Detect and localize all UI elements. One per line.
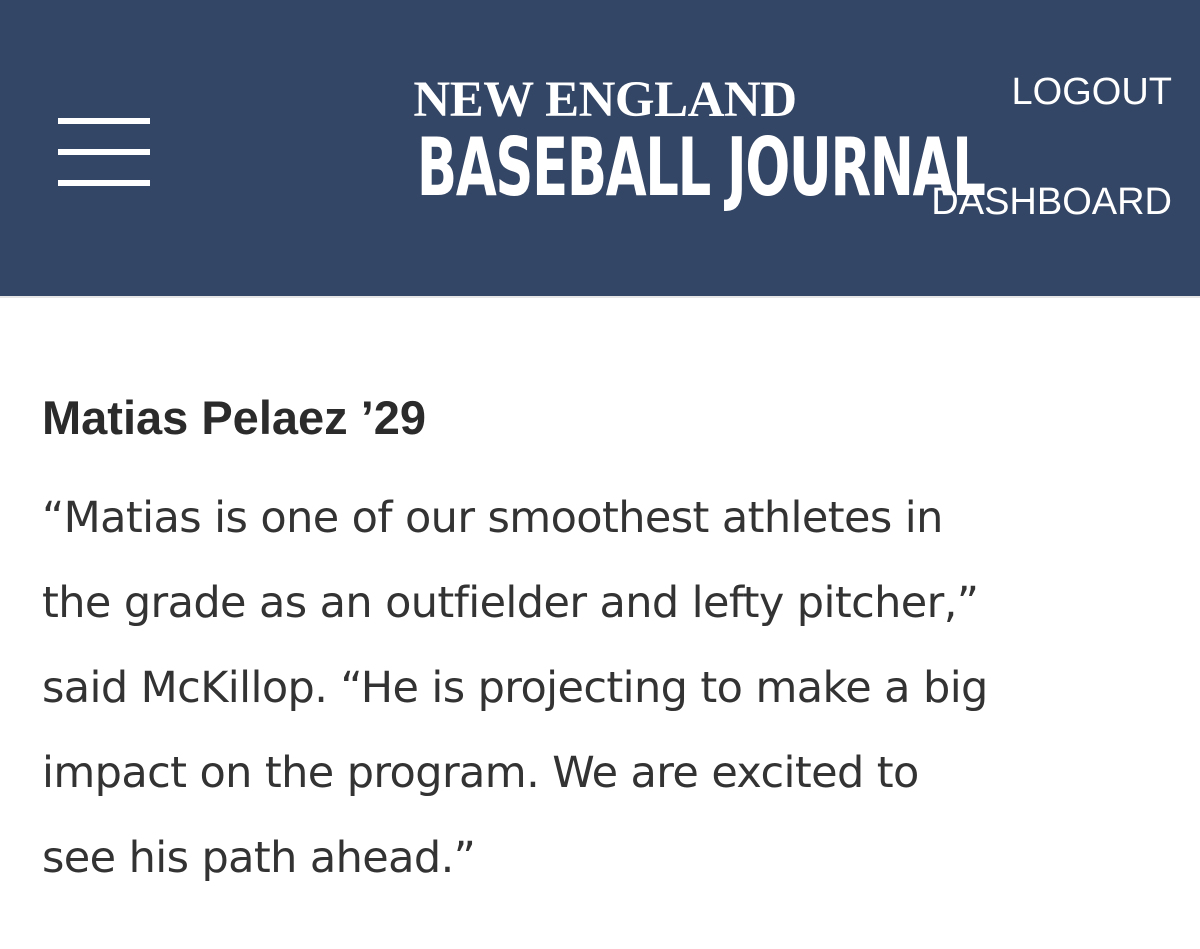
menu-bar	[58, 180, 150, 186]
quote-line: the grade as an outfielder and lefty pit…	[42, 578, 979, 628]
logo-line-baseball-journal: BASEBALL JOURNAL	[416, 121, 986, 214]
quote-line: said McKillop. “He is projecting to make…	[42, 663, 988, 713]
logout-link[interactable]: LOGOUT	[1012, 70, 1172, 114]
dashboard-link[interactable]: DASHBOARD	[931, 180, 1172, 224]
quote-line: impact on the program. We are excited to	[42, 748, 919, 798]
menu-bar	[58, 118, 150, 124]
hamburger-menu-icon[interactable]	[58, 112, 150, 192]
article-section: Matias Pelaez ’29 “Matias is one of our …	[42, 388, 1172, 901]
site-header: NEW ENGLAND BASEBALL JOURNAL LOGOUT DASH…	[0, 0, 1200, 296]
player-quote: “Matias is one of our smoothest athletes…	[42, 476, 1172, 901]
quote-line: “Matias is one of our smoothest athletes…	[42, 493, 943, 543]
header-divider	[0, 296, 1200, 298]
site-logo[interactable]: NEW ENGLAND BASEBALL JOURNAL	[320, 60, 986, 240]
quote-line: see his path ahead.”	[42, 833, 476, 883]
menu-bar	[58, 149, 150, 155]
player-name-heading: Matias Pelaez ’29	[42, 391, 427, 444]
